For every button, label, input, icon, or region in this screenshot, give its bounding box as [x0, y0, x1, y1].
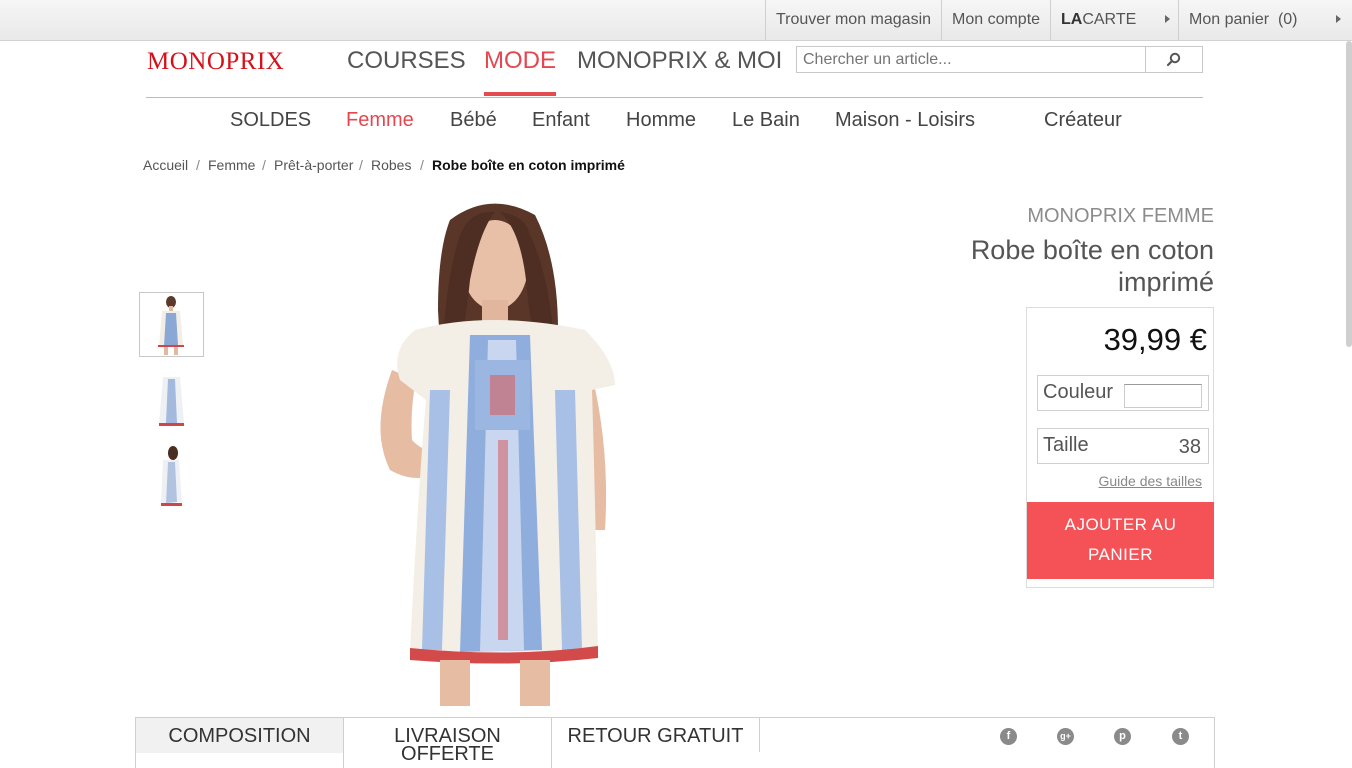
account-link[interactable]: Mon compte: [941, 0, 1050, 40]
category-createur[interactable]: Créateur: [1044, 109, 1122, 132]
tab-livraison[interactable]: LIVRAISON OFFERTE: [344, 718, 551, 768]
add-to-cart-label-line1: AJOUTER AU: [1064, 515, 1177, 534]
add-to-cart-button[interactable]: AJOUTER AU PANIER: [1027, 502, 1214, 579]
category-le-bain[interactable]: Le Bain: [732, 109, 800, 132]
category-homme[interactable]: Homme: [626, 109, 696, 132]
store-finder-link[interactable]: Trouver mon magasin: [765, 0, 941, 40]
tab-composition-label: COMPOSITION: [168, 725, 311, 747]
product-thumbnail-side[interactable]: [139, 444, 204, 509]
nav-monoprix-et-moi[interactable]: MONOPRIX & MOI: [577, 47, 782, 97]
product-info-tabs: COMPOSITION LIVRAISON OFFERTE RETOUR GRA…: [135, 717, 1215, 768]
top-utility-bar: Trouver mon magasin Mon compte LACARTE M…: [0, 0, 1352, 41]
size-value: 38: [1178, 436, 1201, 458]
lacarte-rest: CARTE: [1082, 11, 1137, 28]
twitter-icon[interactable]: t: [1172, 728, 1189, 745]
add-to-cart-label-line2: PANIER: [1087, 545, 1154, 564]
search-box: [796, 46, 1203, 73]
breadcrumb-separator: /: [359, 157, 363, 173]
color-value-box[interactable]: [1124, 384, 1202, 408]
tab-retour-label: RETOUR GRATUIT: [567, 725, 744, 747]
monoprix-logo[interactable]: MONOPRIX: [147, 48, 284, 76]
header-divider: [146, 97, 1203, 98]
category-bebe[interactable]: Bébé: [450, 109, 497, 132]
color-selector[interactable]: Couleur: [1037, 375, 1209, 411]
purchase-panel: 39,99 € Couleur Taille 38 Guide des tail…: [1026, 307, 1214, 588]
size-selector[interactable]: Taille 38: [1037, 428, 1209, 464]
search-input[interactable]: [797, 47, 1147, 72]
cart-link[interactable]: Mon panier (0): [1178, 0, 1352, 40]
tab-composition[interactable]: COMPOSITION: [136, 718, 343, 753]
tab-divider: [759, 718, 760, 752]
store-finder-label: Trouver mon magasin: [776, 11, 932, 28]
category-femme[interactable]: Femme: [346, 109, 414, 132]
breadcrumb-current: Robe boîte en coton imprimé: [432, 157, 625, 173]
category-enfant[interactable]: Enfant: [532, 109, 590, 132]
page-scrollbar[interactable]: [1346, 41, 1352, 347]
thumbnail-image: [158, 296, 184, 355]
cart-count: (0): [1277, 11, 1298, 28]
product-thumbnail-back[interactable]: [139, 369, 204, 434]
cart-label: Mon panier: [1189, 11, 1270, 28]
breadcrumb-separator: /: [420, 157, 424, 173]
category-maison-loisirs[interactable]: Maison - Loisirs: [835, 109, 975, 132]
breadcrumb-pret-a-porter[interactable]: Prêt-à-porter: [274, 157, 353, 173]
search-button[interactable]: [1145, 47, 1202, 72]
product-price: 39,99 €: [1103, 322, 1207, 357]
thumbnail-image: [161, 446, 182, 506]
nav-mode[interactable]: MODE: [484, 47, 556, 97]
breadcrumb-femme[interactable]: Femme: [208, 157, 255, 173]
tab-retour[interactable]: RETOUR GRATUIT: [552, 718, 759, 768]
caret-right-icon: [1165, 15, 1170, 23]
size-guide-link[interactable]: Guide des tailles: [1098, 473, 1202, 489]
caret-right-icon: [1336, 15, 1341, 23]
lacarte-bold: LA: [1061, 11, 1083, 28]
thumbnail-image: [159, 377, 184, 426]
breadcrumb-separator: /: [196, 157, 200, 173]
tab-livraison-line2: OFFERTE: [401, 743, 494, 765]
pinterest-icon[interactable]: p: [1114, 728, 1131, 745]
breadcrumb-separator: /: [262, 157, 266, 173]
google-plus-icon[interactable]: g+: [1057, 728, 1074, 745]
product-thumbnail-front[interactable]: [139, 292, 204, 357]
facebook-icon[interactable]: f: [1000, 728, 1017, 745]
product-main-image[interactable]: [330, 190, 660, 706]
size-label: Taille: [1043, 434, 1089, 456]
breadcrumb-robes[interactable]: Robes: [371, 157, 411, 173]
color-label: Couleur: [1043, 381, 1114, 403]
account-label: Mon compte: [952, 11, 1041, 28]
category-soldes[interactable]: SOLDES: [230, 109, 311, 132]
breadcrumb-accueil[interactable]: Accueil: [143, 157, 188, 173]
nav-courses[interactable]: COURSES: [347, 47, 466, 97]
product-brand[interactable]: MONOPRIX FEMME: [1027, 205, 1214, 228]
search-icon: [1166, 52, 1181, 67]
lacarte-menu[interactable]: LACARTE: [1050, 0, 1178, 40]
product-title: Robe boîte en coton imprimé: [970, 235, 1214, 297]
